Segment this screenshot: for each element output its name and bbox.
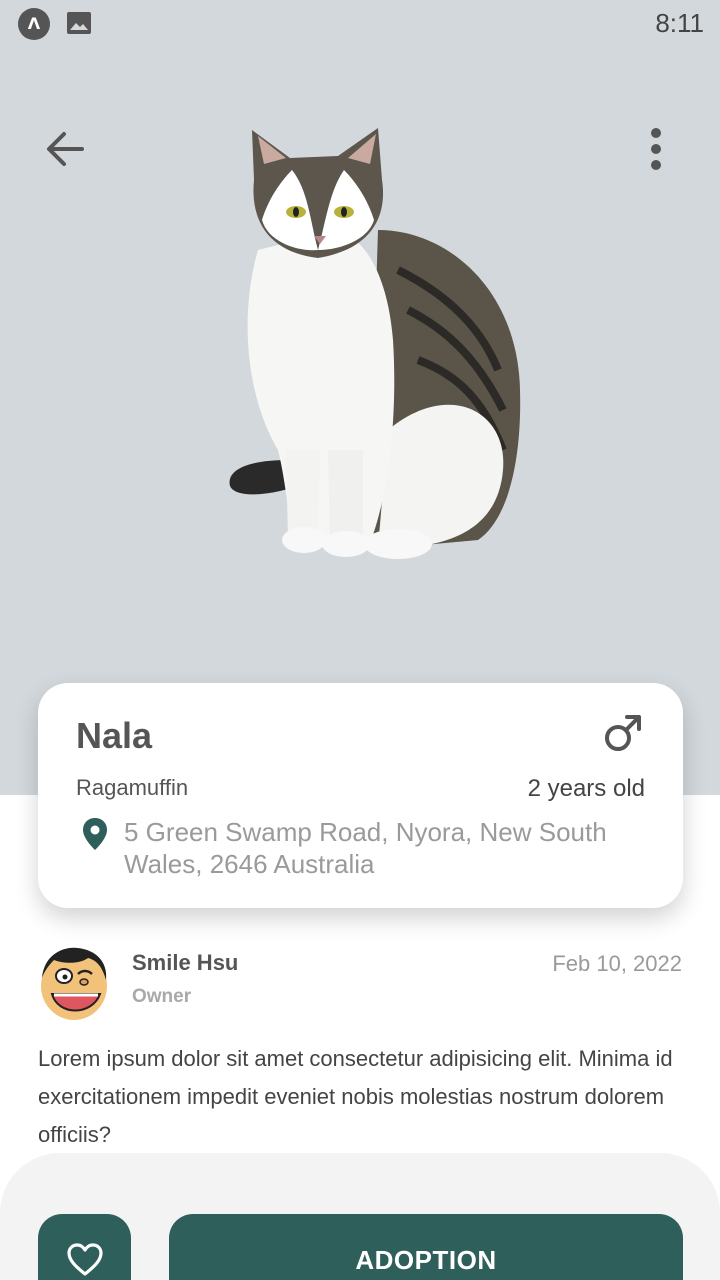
action-panel: ADOPTION — [0, 1153, 720, 1280]
pet-breed: Ragamuffin — [76, 775, 189, 800]
cat-photo — [229, 128, 521, 559]
status-time: 8:11 — [655, 8, 704, 38]
post-date: Feb 10, 2022 — [552, 951, 682, 976]
image-icon — [67, 12, 91, 34]
favorite-button[interactable] — [38, 1214, 131, 1280]
pet-description: Lorem ipsum dolor sit amet consectetur a… — [38, 1046, 673, 1147]
owner-role: Owner — [132, 986, 192, 1007]
owner-name: Smile Hsu — [132, 950, 239, 975]
more-vert-icon[interactable] — [634, 124, 678, 174]
pet-name: Nala — [76, 715, 153, 756]
adoption-button[interactable]: ADOPTION — [169, 1214, 683, 1280]
pet-info-card: Nala Ragamuffin 2 years old 5 Green Swam… — [38, 683, 683, 908]
pet-age: 2 years old — [527, 775, 645, 802]
app-notification-icon: Λ — [18, 8, 50, 40]
back-arrow-icon[interactable] — [42, 126, 88, 172]
pet-address: 5 Green Swamp Road, Nyora, New South Wal… — [124, 817, 607, 879]
male-icon — [605, 715, 641, 751]
owner-avatar — [41, 947, 107, 1020]
location-pin-icon — [83, 818, 107, 850]
pet-hero: Λ 8:11 — [0, 0, 720, 795]
heart-icon — [67, 1243, 103, 1276]
status-bar: Λ 8:11 — [0, 0, 720, 48]
